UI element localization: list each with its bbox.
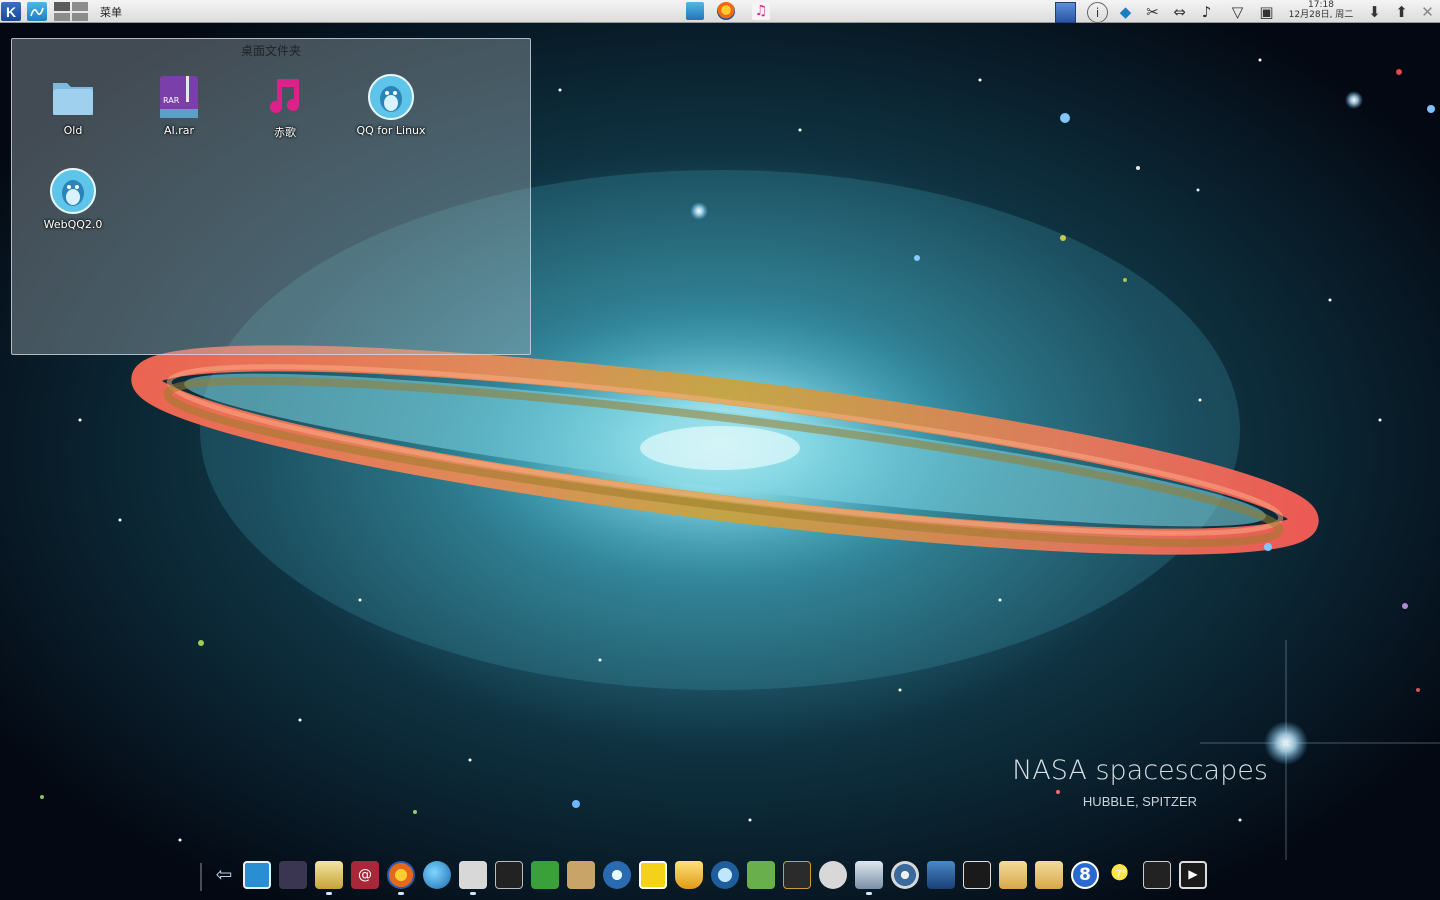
pager-desktop-3[interactable] [54, 12, 70, 21]
task-wave-app-icon[interactable] [686, 2, 704, 20]
wallpaper-title: NASA spacescapes [1012, 755, 1268, 786]
screenshot-icon[interactable] [927, 861, 955, 889]
kde-menu-icon[interactable]: K [1, 2, 21, 21]
wallpaper-subtitle: HUBBLE, SPITZER [1082, 794, 1198, 809]
dvd-icon[interactable] [891, 861, 919, 889]
desktop-folder-view: 桌面文件夹 Old RAR AI.rar 赤歌 QQ for Linux Web… [11, 38, 531, 355]
rar-archive-icon: RAR [155, 73, 203, 121]
clock-date: 12月28日, 周二 [1288, 10, 1354, 20]
upload-arrow-icon[interactable]: ⬆ [1392, 2, 1411, 21]
music-file-icon [261, 73, 309, 121]
wave-app-icon[interactable] [27, 2, 47, 21]
vim-icon[interactable] [531, 861, 559, 889]
monitor-graph-icon[interactable] [783, 861, 811, 889]
desktop-item-old[interactable]: Old [25, 73, 121, 137]
dropdown-icon[interactable]: ▽ [1228, 2, 1247, 21]
package-icon[interactable] [567, 861, 595, 889]
notes-icon[interactable]: ▣ [1257, 2, 1276, 21]
desktop-icon[interactable] [1055, 2, 1076, 23]
menu-label[interactable]: 菜单 [100, 4, 122, 20]
qq-penguin-icon [367, 73, 415, 121]
desktop-item-song[interactable]: 赤歌 [237, 73, 333, 140]
desktop-item-label: WebQQ2.0 [43, 218, 103, 231]
folder-view-title: 桌面文件夹 [240, 44, 301, 58]
film-icon[interactable] [279, 861, 307, 889]
download-manager-icon[interactable] [315, 861, 343, 895]
desktop-item-label: AI.rar [163, 124, 195, 137]
folder-icon[interactable] [999, 861, 1027, 889]
settings-icon[interactable] [819, 861, 847, 889]
desktop-item-label: 赤歌 [274, 126, 296, 139]
badge-8-icon[interactable]: 8 [1071, 861, 1099, 889]
volume-icon[interactable]: ♪ [1197, 2, 1216, 21]
system-monitor-icon[interactable] [243, 861, 271, 889]
pager-desktop-4[interactable] [72, 12, 88, 21]
desktop-toggle-icon[interactable]: ✕ [1418, 2, 1437, 21]
terminal-alt-icon[interactable] [1143, 861, 1171, 889]
clock[interactable]: 17:18 12月28日, 周二 [1282, 0, 1360, 20]
top-panel: K 菜单 ♫ i ◆ ✂ ⇔ ♪ ▽ ▣ 17:18 12月28日, 周二 ⬇ … [0, 0, 1440, 23]
scissors-icon[interactable]: ✂ [1143, 2, 1162, 21]
dock: ⇦ @ 8 7° ▶ [200, 857, 1220, 897]
task-music-app-icon[interactable]: ♫ [752, 2, 770, 20]
qq-icon[interactable] [639, 861, 667, 889]
mail-icon[interactable]: @ [351, 861, 379, 889]
svg-text:RAR: RAR [163, 96, 180, 105]
back-arrow-icon[interactable]: ⇦ [210, 861, 238, 889]
qq-penguin-icon [49, 167, 97, 215]
gadget-icon[interactable] [747, 861, 775, 889]
desktop-item-webqq[interactable]: WebQQ2.0 [25, 167, 121, 231]
task-firefox-icon[interactable] [717, 2, 735, 20]
folder-icon [49, 73, 97, 121]
terminal-icon[interactable] [495, 861, 523, 889]
download-arrow-icon[interactable]: ⬇ [1365, 2, 1384, 21]
basket-icon[interactable] [675, 861, 703, 889]
media-player-icon[interactable]: ▶ [1179, 861, 1207, 889]
clock-time: 17:18 [1308, 0, 1334, 10]
folder-open-icon[interactable] [1035, 861, 1063, 889]
usb-icon[interactable]: ⇔ [1170, 2, 1189, 21]
info-icon[interactable]: i [1087, 2, 1108, 23]
dock-separator [200, 863, 202, 891]
desktop-item-ai-rar[interactable]: RAR AI.rar [131, 73, 227, 137]
web-browser-icon[interactable] [423, 861, 451, 889]
desktop-pager[interactable] [54, 2, 88, 21]
network-share-icon[interactable] [459, 861, 487, 895]
flask-icon[interactable] [855, 861, 883, 895]
weather-icon[interactable]: 7° [1107, 861, 1135, 889]
cpu-monitor-icon[interactable] [963, 861, 991, 889]
desktop-item-label: QQ for Linux [356, 124, 426, 137]
firefox-icon[interactable] [387, 861, 415, 895]
desktop-item-qq-linux[interactable]: QQ for Linux [343, 73, 439, 137]
search-icon[interactable] [711, 861, 739, 889]
pager-desktop-1[interactable] [54, 2, 70, 11]
desktop-item-label: Old [63, 124, 83, 137]
network-icon[interactable]: ◆ [1116, 2, 1135, 21]
pager-desktop-2[interactable] [72, 2, 88, 11]
browser-icon[interactable] [603, 861, 631, 889]
